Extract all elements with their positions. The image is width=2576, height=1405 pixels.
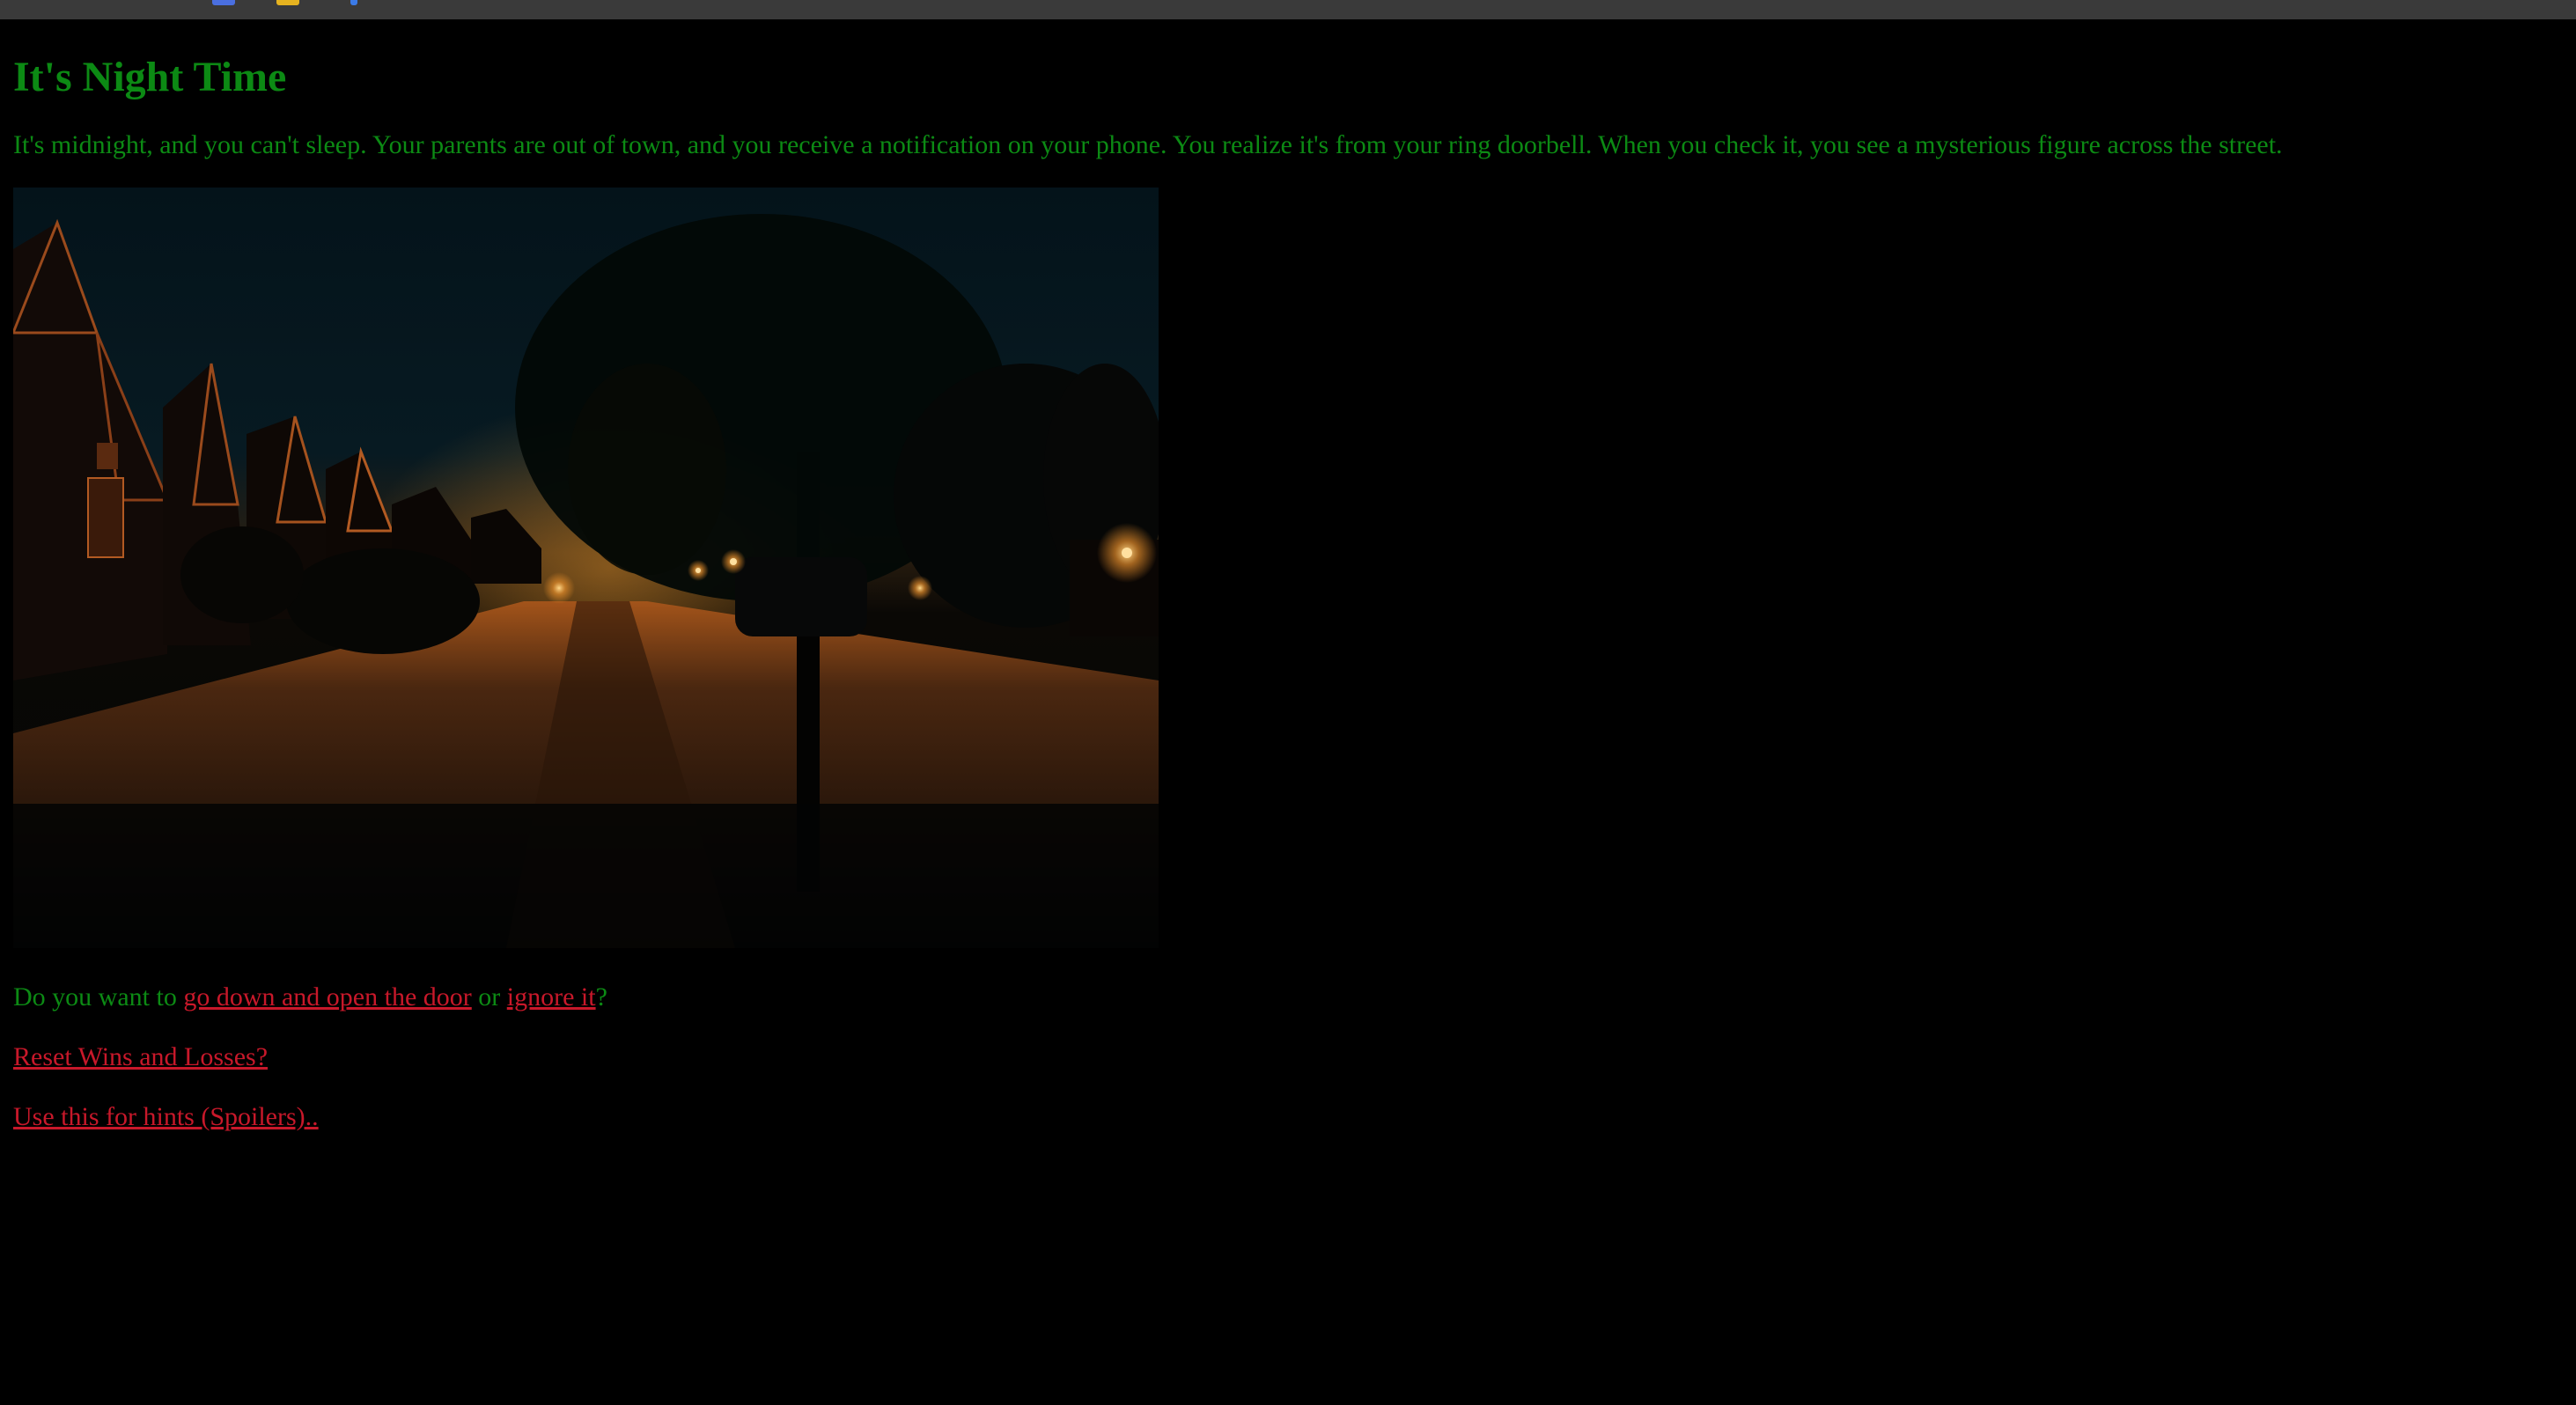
bookmark-icon-small[interactable] — [350, 0, 357, 5]
browser-toolbar-strip — [0, 0, 2576, 19]
ignore-it-link[interactable]: ignore it — [507, 982, 596, 1011]
hints-link[interactable]: Use this for hints (Spoilers).. — [13, 1102, 319, 1131]
choice-middle: or — [471, 982, 507, 1012]
hints-line: Use this for hints (Spoilers).. — [13, 1101, 2549, 1133]
page-title: It's Night Time — [13, 54, 287, 100]
choice-prompt: Do you want to go down and open the door… — [13, 982, 2549, 1013]
bookmark-icon-yellow[interactable] — [276, 0, 299, 5]
bookmark-icon-blue[interactable] — [212, 0, 235, 5]
choice-suffix: ? — [595, 982, 607, 1012]
choice-prefix: Do you want to — [13, 982, 184, 1012]
story-intro: It's midnight, and you can't sleep. Your… — [13, 130, 2283, 160]
open-door-link[interactable]: go down and open the door — [183, 982, 471, 1011]
night-street-image — [13, 188, 1159, 949]
reset-line: Reset Wins and Losses? — [13, 1041, 2549, 1073]
page-content: It's Night Time It's midnight, and you c… — [13, 19, 2549, 1133]
reset-wins-losses-link[interactable]: Reset Wins and Losses? — [13, 1042, 268, 1071]
